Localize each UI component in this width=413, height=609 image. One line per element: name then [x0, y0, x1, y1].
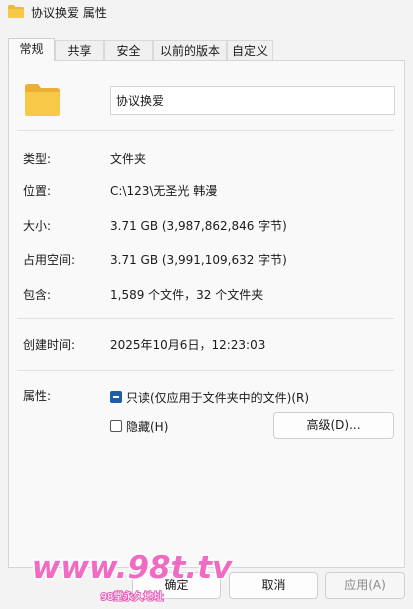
hidden-checkbox-label[interactable]: 隐藏(H) — [126, 418, 168, 435]
size-on-disk-label: 占用空间: — [23, 253, 76, 267]
apply-button[interactable]: 应用(A) — [325, 572, 405, 599]
svg-text:www.98t.tv: www.98t.tv — [32, 550, 234, 586]
general-panel: 类型: 文件夹 位置: C:\123\无圣光 韩漫 大小: 3.71 GB (3… — [8, 60, 405, 568]
size-on-disk-value: 3.71 GB (3,991,109,632 字节) — [110, 253, 287, 267]
tab-previous-versions[interactable]: 以前的版本 — [153, 40, 227, 60]
readonly-checkbox-label[interactable]: 只读(仅应用于文件夹中的文件)(R) — [126, 389, 309, 406]
cancel-button[interactable]: 取消 — [229, 572, 318, 599]
svg-text:98堂永久地址: 98堂永久地址 — [101, 590, 164, 603]
separator — [17, 130, 394, 131]
created-value: 2025年10月6日，12:23:03 — [110, 338, 266, 352]
folder-large-icon — [25, 84, 60, 116]
contains-value: 1,589 个文件，32 个文件夹 — [110, 288, 264, 302]
attributes-label: 属性: — [23, 389, 52, 403]
tab-customize[interactable]: 自定义 — [227, 40, 273, 60]
location-value: C:\123\无圣光 韩漫 — [110, 184, 218, 198]
tab-security[interactable]: 安全 — [104, 40, 153, 60]
type-label: 类型: — [23, 152, 52, 166]
tab-sharing[interactable]: 共享 — [55, 40, 104, 60]
contains-label: 包含: — [23, 288, 52, 302]
folder-icon — [8, 5, 24, 18]
hidden-checkbox[interactable] — [110, 420, 122, 432]
watermark-logo: www.98t.tv 98堂永久地址 — [30, 549, 235, 605]
folder-name-input[interactable] — [110, 86, 395, 115]
separator — [17, 370, 394, 371]
readonly-checkbox[interactable] — [110, 391, 122, 403]
created-label: 创建时间: — [23, 338, 76, 352]
location-label: 位置: — [23, 184, 52, 198]
size-value: 3.71 GB (3,987,862,846 字节) — [110, 219, 287, 233]
separator — [17, 318, 394, 319]
tab-general[interactable]: 常规 — [8, 38, 55, 61]
title-bar: 协议换爱 属性 — [0, 0, 413, 32]
advanced-button[interactable]: 高级(D)... — [273, 412, 394, 439]
size-label: 大小: — [23, 219, 52, 233]
type-value: 文件夹 — [110, 152, 147, 166]
window-title: 协议换爱 属性 — [31, 6, 107, 20]
